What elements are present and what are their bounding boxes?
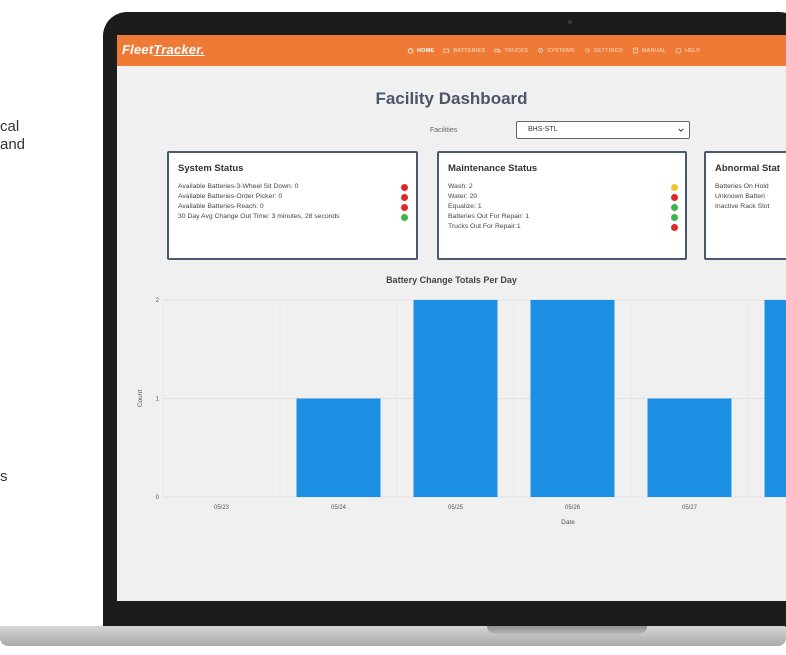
gear-icon xyxy=(584,48,590,53)
nav-item-label: SETTINGS xyxy=(593,47,623,54)
fleet-tracker-logo[interactable]: FleetTracker. xyxy=(122,42,205,57)
status-indicator-dot xyxy=(401,214,408,221)
status-row: Batteries Out For Repair: 1 xyxy=(448,213,678,223)
status-indicator-dot xyxy=(671,224,678,231)
x-tick-label: 05/26 xyxy=(565,505,581,511)
x-tick-label: 05/23 xyxy=(214,505,230,511)
card-rows: Batteries On Hold Unknown Batteri Inactive… xyxy=(715,183,769,213)
facilities-label: Facilities xyxy=(430,127,458,134)
bar-05-25 xyxy=(413,300,498,497)
nav-item-systems[interactable]: SYSTEMS xyxy=(537,47,575,54)
status-row-text: Water: 20 xyxy=(448,193,478,200)
top-navbar: FleetTracker. HOME BATTERIES TRUCKS SYSTEMS… xyxy=(117,35,786,66)
card-title: Maintenance Status xyxy=(448,163,538,174)
nav-item-trucks[interactable]: TRUCKS xyxy=(494,47,528,54)
nav-item-label: HELP xyxy=(685,47,701,54)
bar-05-24 xyxy=(296,398,381,497)
x-tick-label: 05/24 xyxy=(331,505,347,511)
side-text-line2: and xyxy=(0,136,26,153)
nav-menu: HOME BATTERIES TRUCKS SYSTEMS SETTINGS MANUAL… xyxy=(407,35,700,66)
y-tick-label: 2 xyxy=(156,298,160,304)
book-icon xyxy=(632,47,638,54)
chart-title: Battery Change Totals Per Day xyxy=(386,275,517,285)
status-row: Trucks Out For Repair:1 xyxy=(448,223,678,233)
nav-item-home[interactable]: HOME xyxy=(407,47,434,54)
card-title: Abnormal Stat xyxy=(715,163,780,174)
nav-item-label: MANUAL xyxy=(641,47,667,54)
nav-item-help[interactable]: HELP xyxy=(675,47,700,54)
status-row-text: Trucks Out For Repair:1 xyxy=(448,223,521,230)
status-indicator-dot xyxy=(671,214,678,221)
page-title: Facility Dashboard xyxy=(375,89,528,108)
truck-icon xyxy=(494,48,501,53)
nav-item-settings[interactable]: SETTINGS xyxy=(584,47,623,54)
card-title: System Status xyxy=(178,163,244,174)
logo-fleet: Fleet xyxy=(122,42,154,57)
bar-05-28 xyxy=(764,300,786,497)
help-icon xyxy=(675,47,682,54)
nav-item-label: SYSTEMS xyxy=(547,47,575,54)
y-axis-title: Count xyxy=(137,390,144,408)
status-row-text: Batteries Out For Repair: 1 xyxy=(448,213,530,220)
y-tick-label: 1 xyxy=(156,397,160,403)
status-row: Available Batteries-3-Wheel Sit Down: 0 xyxy=(178,183,408,193)
status-row-text: Batteries On Hold xyxy=(715,183,769,190)
nav-item-label: TRUCKS xyxy=(504,47,529,54)
x-axis-title: Date xyxy=(561,519,575,526)
status-row-text: Available Batteries-3-Wheel Sit Down: 0 xyxy=(178,183,299,190)
x-tick-label: 05/27 xyxy=(682,505,698,511)
status-row-text: Unknown Batteri xyxy=(715,193,765,200)
bar-05-27 xyxy=(647,398,732,497)
card-rows: Available Batteries-3-Wheel Sit Down: 0 A… xyxy=(178,183,408,223)
app-screen: FleetTracker. HOME BATTERIES TRUCKS SYSTEMS… xyxy=(117,35,786,601)
status-indicator-dot xyxy=(671,204,678,211)
abnormal-status-card: Abnormal Stat Batteries On Hold Unknown B… xyxy=(704,151,786,260)
facilities-selected-value: BHS-STL xyxy=(528,126,558,133)
bar-05-26 xyxy=(530,300,615,497)
status-row: Wash: 2 xyxy=(448,183,678,193)
status-indicator-dot xyxy=(401,194,408,201)
status-row: Water: 20 xyxy=(448,193,678,203)
side-text-line3: s xyxy=(0,468,8,485)
status-row: 30 Day Avg Change Out Time: 3 minutes, 2… xyxy=(178,213,408,223)
status-row-text: Available Batteries-Order Picker: 0 xyxy=(178,193,283,200)
system-status-card: System Status Available Batteries-3-Whee… xyxy=(167,151,418,260)
status-row: Available Batteries-Order Picker: 0 xyxy=(178,193,408,203)
status-row-text: Wash: 2 xyxy=(448,183,473,190)
status-row-text: Equalize: 1 xyxy=(448,203,482,210)
status-indicator-dot xyxy=(671,184,678,191)
systems-icon xyxy=(538,48,544,53)
status-row: Inactive Rack Slot xyxy=(715,203,769,213)
status-indicator-dot xyxy=(401,184,408,191)
status-row-text: Inactive Rack Slot xyxy=(715,203,770,210)
facilities-select[interactable]: BHS-STL xyxy=(516,121,690,139)
home-icon xyxy=(407,47,414,54)
x-tick-label: 05/25 xyxy=(448,505,464,511)
chevron-down-icon xyxy=(678,128,684,132)
nav-item-manual[interactable]: MANUAL xyxy=(632,47,666,54)
side-text-line1: cal xyxy=(0,118,20,135)
status-row-text: 30 Day Avg Change Out Time: 3 minutes, 2… xyxy=(178,213,340,220)
maintenance-status-card: Maintenance Status Wash: 2 Water: 20 Equal… xyxy=(437,151,687,260)
nav-item-label: HOME xyxy=(417,47,435,54)
status-row-text: Available Batteries-Reach: 0 xyxy=(178,203,264,210)
battery-change-chart: 0 1 2 05/23 05/24 05/25 05/26 05/27 Date Count xyxy=(137,298,786,526)
status-row: Equalize: 1 xyxy=(448,203,678,213)
status-row: Batteries On Hold xyxy=(715,183,769,193)
y-tick-label: 0 xyxy=(156,495,160,501)
laptop-notch xyxy=(487,626,647,634)
card-rows: Wash: 2 Water: 20 Equalize: 1 Batteries Out… xyxy=(448,183,678,233)
camera-icon xyxy=(568,20,572,24)
laptop-base xyxy=(0,626,786,646)
status-row: Unknown Batteri xyxy=(715,193,769,203)
status-indicator-dot xyxy=(671,194,678,201)
logo-tracker: Tracker. xyxy=(153,42,205,57)
status-indicator-dot xyxy=(401,204,408,211)
battery-icon xyxy=(443,48,450,53)
nav-item-batteries[interactable]: BATTERIES xyxy=(443,47,485,54)
nav-item-label: BATTERIES xyxy=(453,47,486,54)
status-row: Available Batteries-Reach: 0 xyxy=(178,203,408,213)
